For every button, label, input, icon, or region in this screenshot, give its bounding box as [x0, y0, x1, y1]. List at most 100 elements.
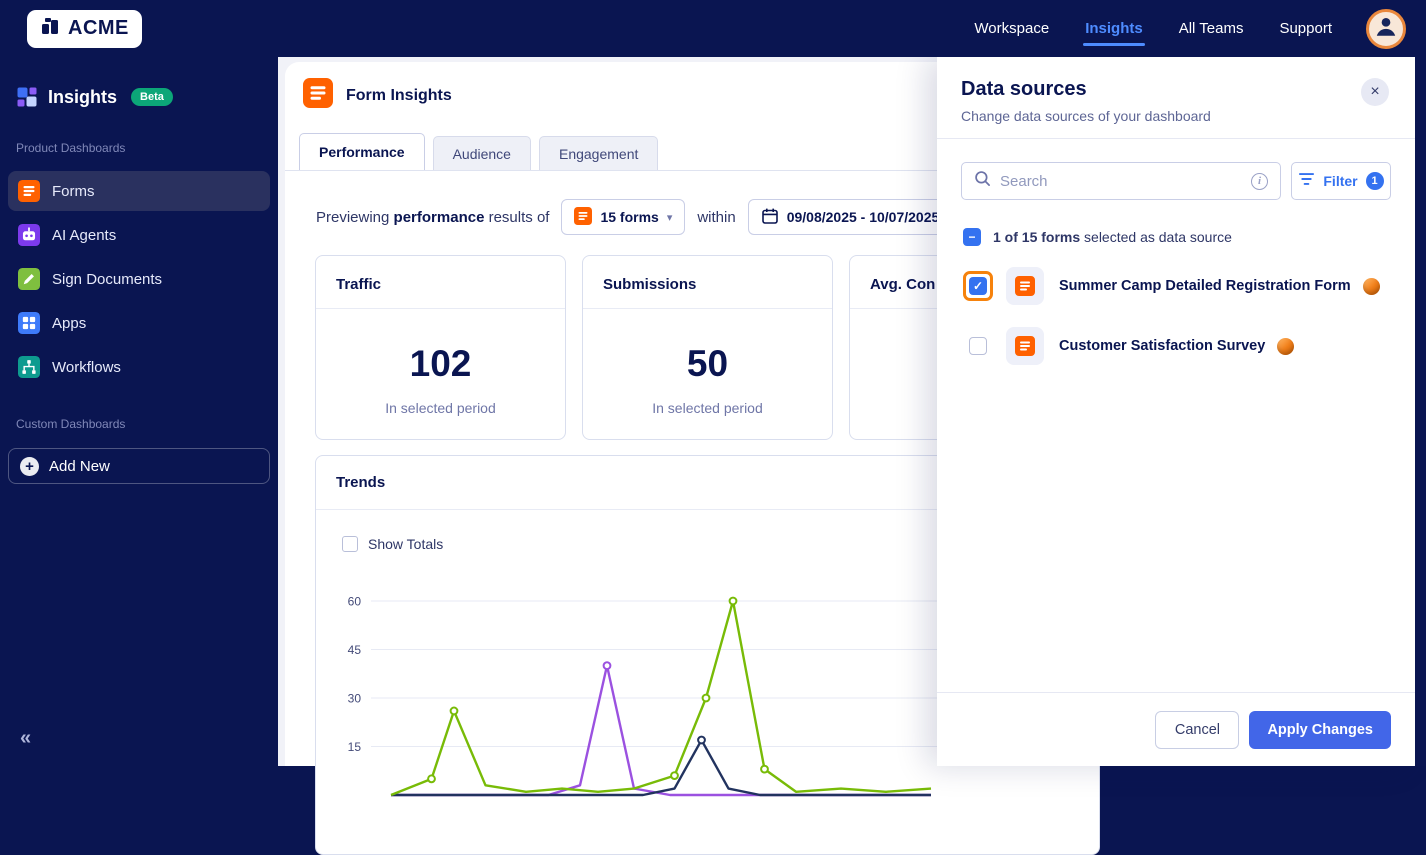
filter-label: Filter: [1323, 173, 1358, 189]
form-tile: [1006, 327, 1044, 365]
sidebar-item-label: Apps: [52, 314, 87, 332]
nav-insights[interactable]: Insights: [1083, 20, 1145, 46]
section-custom-dashboards: Custom Dashboards: [16, 417, 126, 431]
sidebar: Insights Beta Product Dashboards Forms A…: [0, 57, 278, 766]
add-new-button[interactable]: + Add New: [8, 448, 270, 484]
tab-bar: Performance Audience Engagement: [299, 133, 659, 170]
nav-support[interactable]: Support: [1279, 20, 1332, 37]
form-tile: [1006, 267, 1044, 305]
apply-changes-button[interactable]: Apply Changes: [1249, 710, 1391, 749]
row-checkbox-checked[interactable]: ✓: [969, 277, 987, 295]
preview-settings-row: Previewing performance results of 15 for…: [316, 199, 966, 235]
show-totals-checkbox[interactable]: [342, 536, 358, 552]
sidebar-item-label: Workflows: [52, 358, 121, 376]
data-source-title: Customer Satisfaction Survey: [1059, 338, 1266, 354]
apps-icon: [18, 312, 40, 334]
workflows-icon: [18, 356, 40, 378]
date-range-label: 09/08/2025 - 10/07/2025: [786, 209, 940, 225]
user-avatar[interactable]: [1366, 8, 1406, 49]
sidebar-item-ai-agents[interactable]: AI Agents: [8, 215, 270, 255]
ai-agents-icon: [18, 224, 40, 246]
show-totals-label: Show Totals: [368, 536, 444, 552]
select-all-checkbox[interactable]: −: [963, 228, 981, 246]
sidebar-item-forms[interactable]: Forms: [8, 171, 270, 211]
panel-subtitle: Change data sources of your dashboard: [961, 108, 1211, 124]
search-input[interactable]: [1000, 172, 1242, 190]
data-sources-panel: Data sources Change data sources of your…: [937, 57, 1415, 766]
sign-documents-icon: [18, 268, 40, 290]
acme-logo-icon: [40, 16, 60, 41]
stat-card-submissions: Submissions 50 In selected period: [582, 255, 833, 440]
close-icon: ×: [1370, 83, 1380, 100]
sidebar-item-label: Forms: [52, 182, 95, 200]
team-avatar-icon: [1362, 277, 1380, 295]
data-source-list: ✓ Summer Camp Detailed Registration Form…: [937, 260, 1415, 372]
focus-ring: ✓: [963, 271, 993, 301]
forms-selector-label: 15 forms: [600, 209, 659, 225]
sidebar-item-label: Sign Documents: [52, 270, 163, 288]
search-box: i: [961, 162, 1281, 200]
stat-title: Submissions: [583, 256, 832, 309]
plus-icon: +: [20, 456, 39, 476]
person-icon: [1373, 13, 1399, 44]
panel-footer: Cancel Apply Changes: [937, 692, 1415, 766]
within-label: within: [697, 208, 736, 226]
panel-toolbar: i Filter 1: [937, 139, 1415, 200]
section-product-dashboards: Product Dashboards: [16, 141, 126, 155]
calendar-icon: [761, 207, 779, 228]
logo-text: ACME: [68, 17, 129, 39]
sidebar-item-label: AI Agents: [52, 226, 117, 244]
svg-text:60: 60: [348, 595, 362, 609]
stat-card-traffic: Traffic 102 In selected period: [315, 255, 566, 440]
page-title: Form Insights: [346, 86, 452, 104]
stat-caption: In selected period: [652, 400, 763, 416]
stat-value: 50: [686, 343, 729, 384]
nav-all-teams[interactable]: All Teams: [1179, 20, 1244, 37]
filter-button[interactable]: Filter 1: [1291, 162, 1391, 200]
tab-performance[interactable]: Performance: [299, 133, 425, 170]
chevron-down-icon: ▾: [666, 211, 673, 224]
forms-selector-button[interactable]: 15 forms ▾: [561, 199, 686, 235]
sidebar-item-workflows[interactable]: Workflows: [8, 347, 270, 387]
filter-icon: [1298, 171, 1315, 192]
info-icon[interactable]: i: [1251, 172, 1268, 190]
form-insights-icon: [303, 78, 333, 113]
acme-logo[interactable]: ACME: [27, 9, 142, 48]
search-icon: [974, 170, 991, 192]
svg-text:30: 30: [348, 692, 362, 706]
sidebar-item-sign-documents[interactable]: Sign Documents: [8, 259, 270, 299]
form-insights-header: Form Insights: [303, 78, 452, 113]
tab-engagement[interactable]: Engagement: [538, 136, 659, 170]
insights-logo-icon: [16, 86, 38, 108]
cancel-button[interactable]: Cancel: [1155, 710, 1240, 749]
data-source-row[interactable]: ✓ Summer Camp Detailed Registration Form: [937, 260, 1415, 312]
show-totals-control: Show Totals: [342, 536, 443, 552]
top-navigation: Workspace Insights All Teams Support: [974, 20, 1332, 46]
close-panel-button[interactable]: ×: [1361, 78, 1389, 106]
stat-title: Traffic: [316, 256, 565, 309]
data-source-title: Summer Camp Detailed Registration Form: [1059, 278, 1351, 294]
team-avatar-icon: [1277, 337, 1295, 355]
add-new-label: Add New: [49, 457, 110, 475]
sidebar-items: Forms AI Agents Sign Documents Apps Work…: [8, 171, 270, 387]
svg-text:45: 45: [348, 643, 362, 657]
data-source-row[interactable]: Customer Satisfaction Survey: [937, 320, 1415, 372]
topbar: ACME Workspace Insights All Teams Suppor…: [0, 0, 1426, 57]
form-icon: [574, 206, 593, 228]
stat-caption: In selected period: [385, 400, 496, 416]
sidebar-item-apps[interactable]: Apps: [8, 303, 270, 343]
row-checkbox-unchecked[interactable]: [969, 337, 987, 355]
nav-workspace[interactable]: Workspace: [974, 20, 1049, 37]
selection-summary: − 1 of 15 forms selected as data source: [937, 200, 1415, 246]
forms-icon: [18, 180, 40, 202]
date-range-selector[interactable]: 09/08/2025 - 10/07/2025 ▾: [747, 199, 966, 235]
stat-value: 102: [409, 343, 472, 384]
tab-audience[interactable]: Audience: [432, 136, 531, 170]
panel-header: Data sources Change data sources of your…: [937, 57, 1415, 139]
selection-summary-text: 1 of 15 forms selected as data source: [993, 229, 1232, 245]
svg-text:15: 15: [348, 740, 362, 754]
beta-badge: Beta: [131, 88, 173, 106]
filter-count-badge: 1: [1365, 172, 1384, 190]
sidebar-collapse-icon[interactable]: «: [20, 727, 31, 750]
right-edge-gutter: [1415, 57, 1426, 766]
